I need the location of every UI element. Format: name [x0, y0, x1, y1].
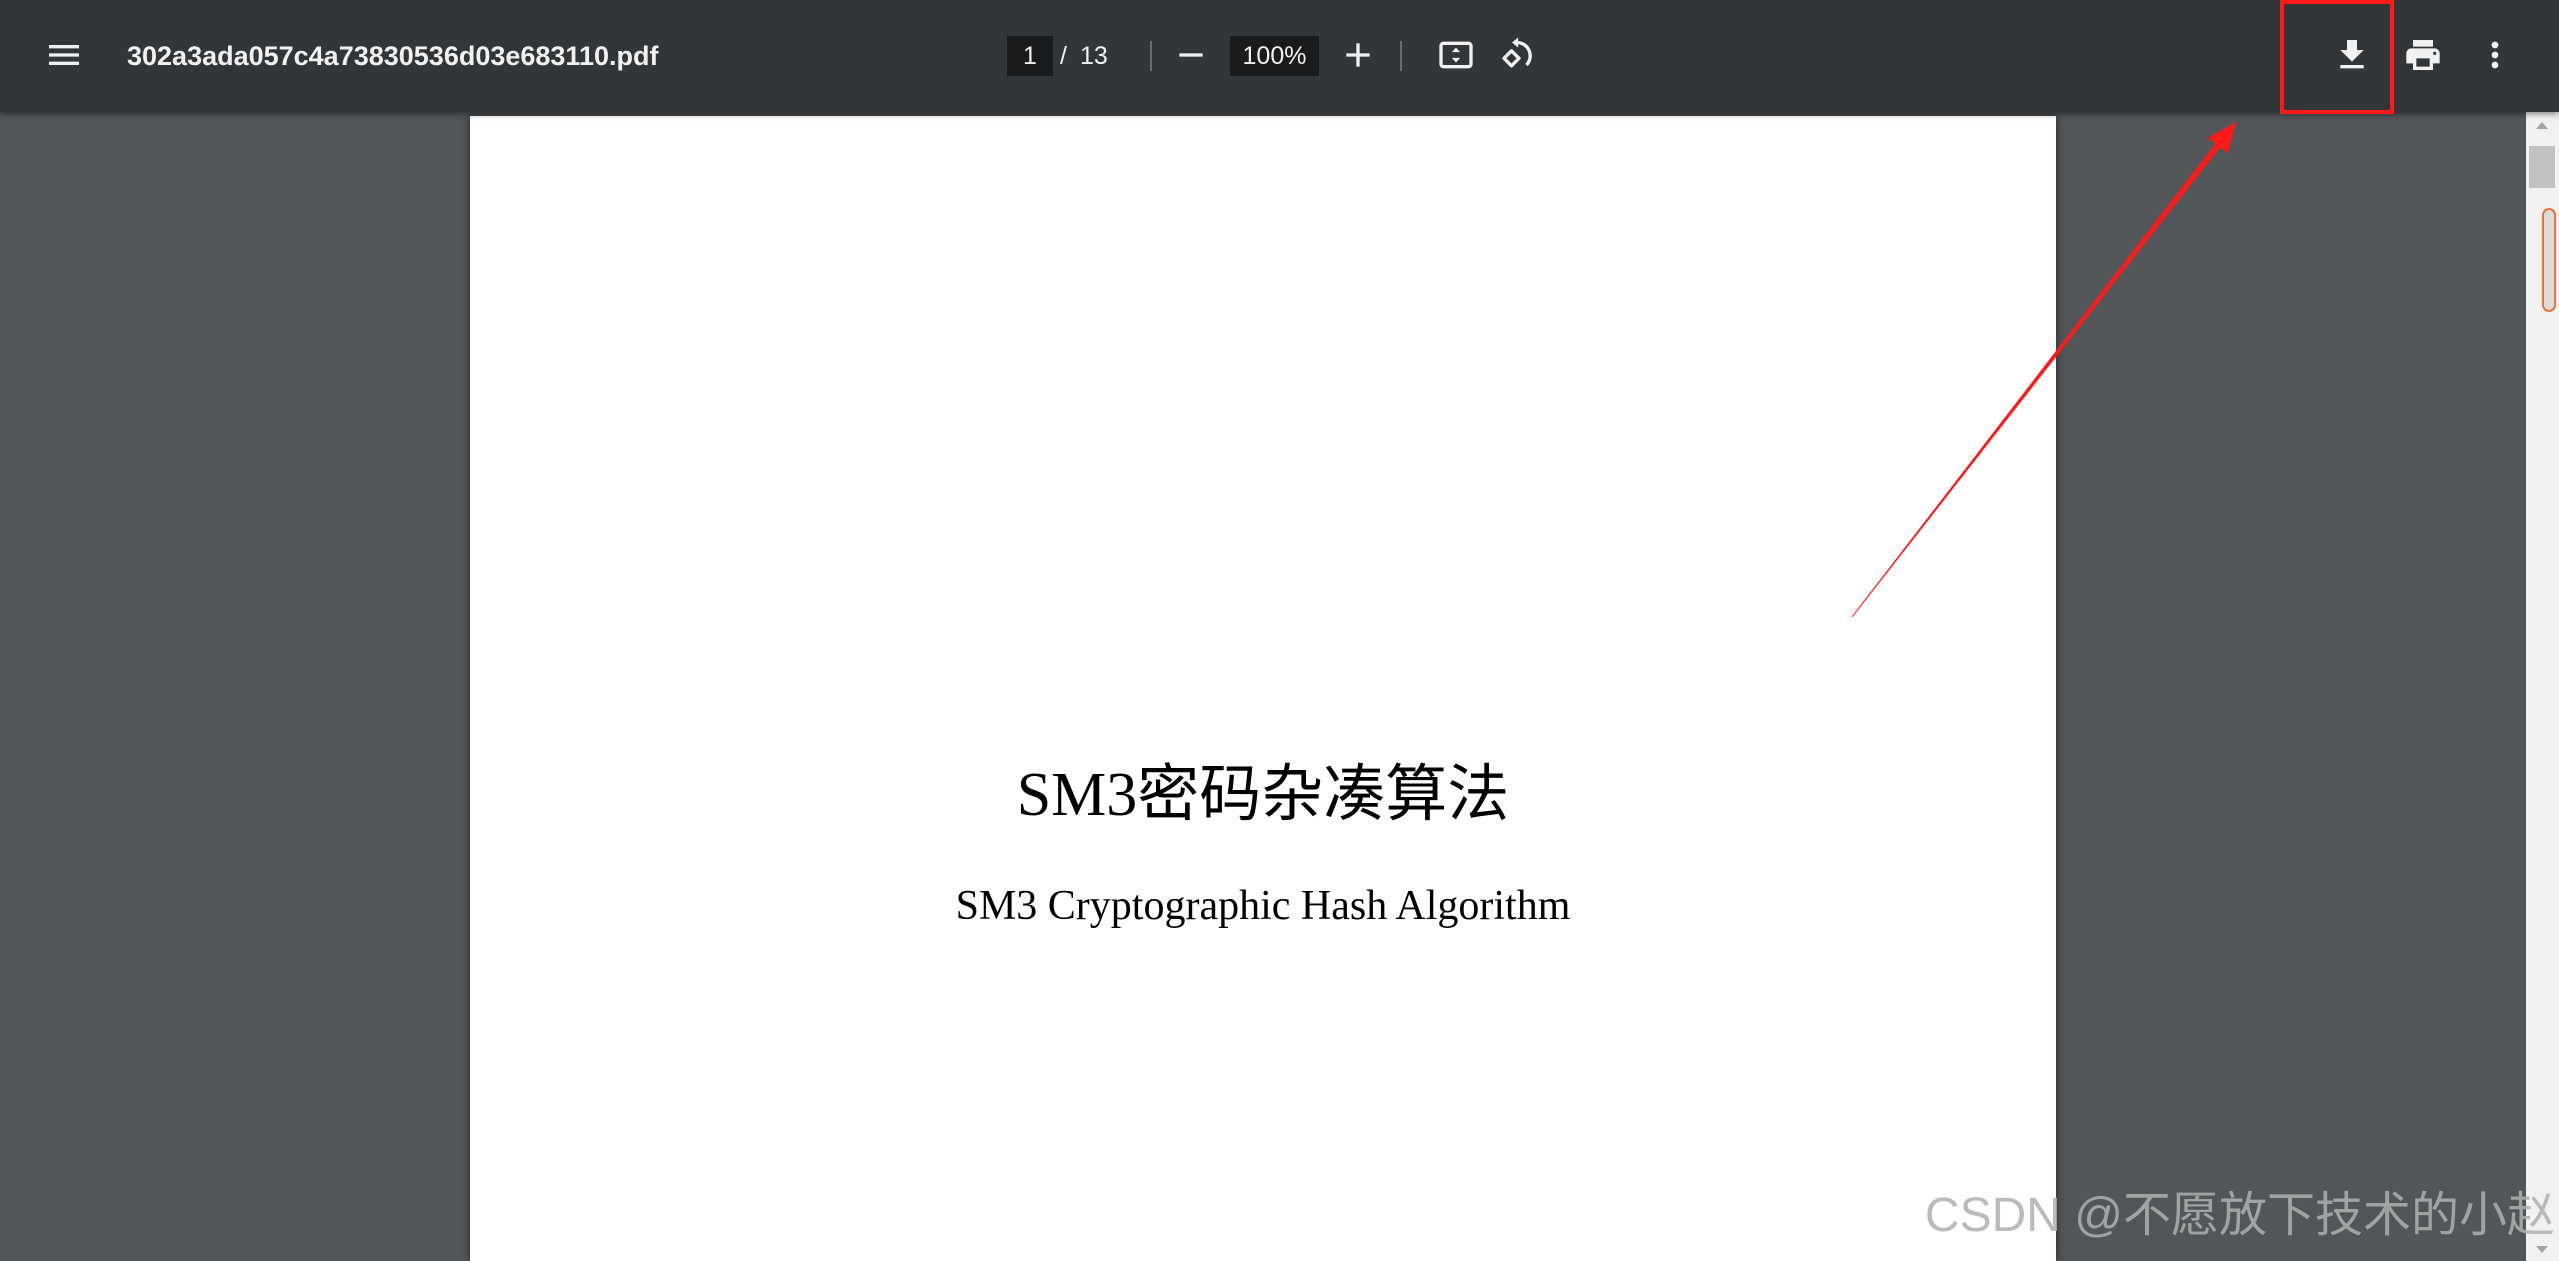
more-vert-icon [2491, 41, 2499, 69]
annotation-arrow-head [2207, 122, 2236, 154]
rotate-counterclockwise-icon [1502, 37, 1532, 68]
fit-to-page-button[interactable] [1428, 27, 1484, 83]
zoom-level-input[interactable] [1230, 36, 1319, 76]
toolbar-divider [1400, 41, 1402, 71]
menu-icon [49, 45, 79, 65]
page-total: 13 [1080, 42, 1108, 70]
toolbar-divider [1150, 41, 1152, 71]
rotate-button[interactable] [1491, 27, 1547, 83]
scroll-marker [2542, 208, 2556, 312]
vertical-scrollbar[interactable] [2526, 112, 2559, 1261]
menu-button[interactable] [36, 27, 92, 83]
download-icon [2340, 40, 2364, 69]
zoom-in-button[interactable] [1330, 27, 1386, 83]
document-filename: 302a3ada057c4a73830536d03e683110.pdf [127, 41, 659, 71]
print-icon [2406, 40, 2440, 70]
pdf-toolbar: 302a3ada057c4a73830536d03e683110.pdf / 1… [0, 0, 2559, 112]
download-button[interactable] [2324, 27, 2380, 83]
scroll-down-arrow-icon[interactable] [2536, 1246, 2548, 1253]
page-number-input[interactable] [1007, 36, 1053, 76]
scrollbar-thumb[interactable] [2529, 146, 2555, 188]
page-separator: / [1060, 42, 1067, 70]
more-actions-button[interactable] [2467, 27, 2523, 83]
minus-icon [1179, 53, 1203, 57]
print-button[interactable] [2395, 27, 2451, 83]
document-title: SM3密码杂凑算法 [1016, 761, 1510, 829]
zoom-out-button[interactable] [1163, 27, 1219, 83]
pdf-page: SM3密码杂凑算法 SM3 Cryptographic Hash Algorit… [470, 116, 2056, 1261]
plus-icon [1346, 43, 1370, 67]
fit-to-page-icon [1439, 41, 1473, 69]
scroll-up-arrow-icon[interactable] [2536, 122, 2548, 129]
document-subtitle: SM3 Cryptographic Hash Algorithm [955, 883, 1571, 929]
